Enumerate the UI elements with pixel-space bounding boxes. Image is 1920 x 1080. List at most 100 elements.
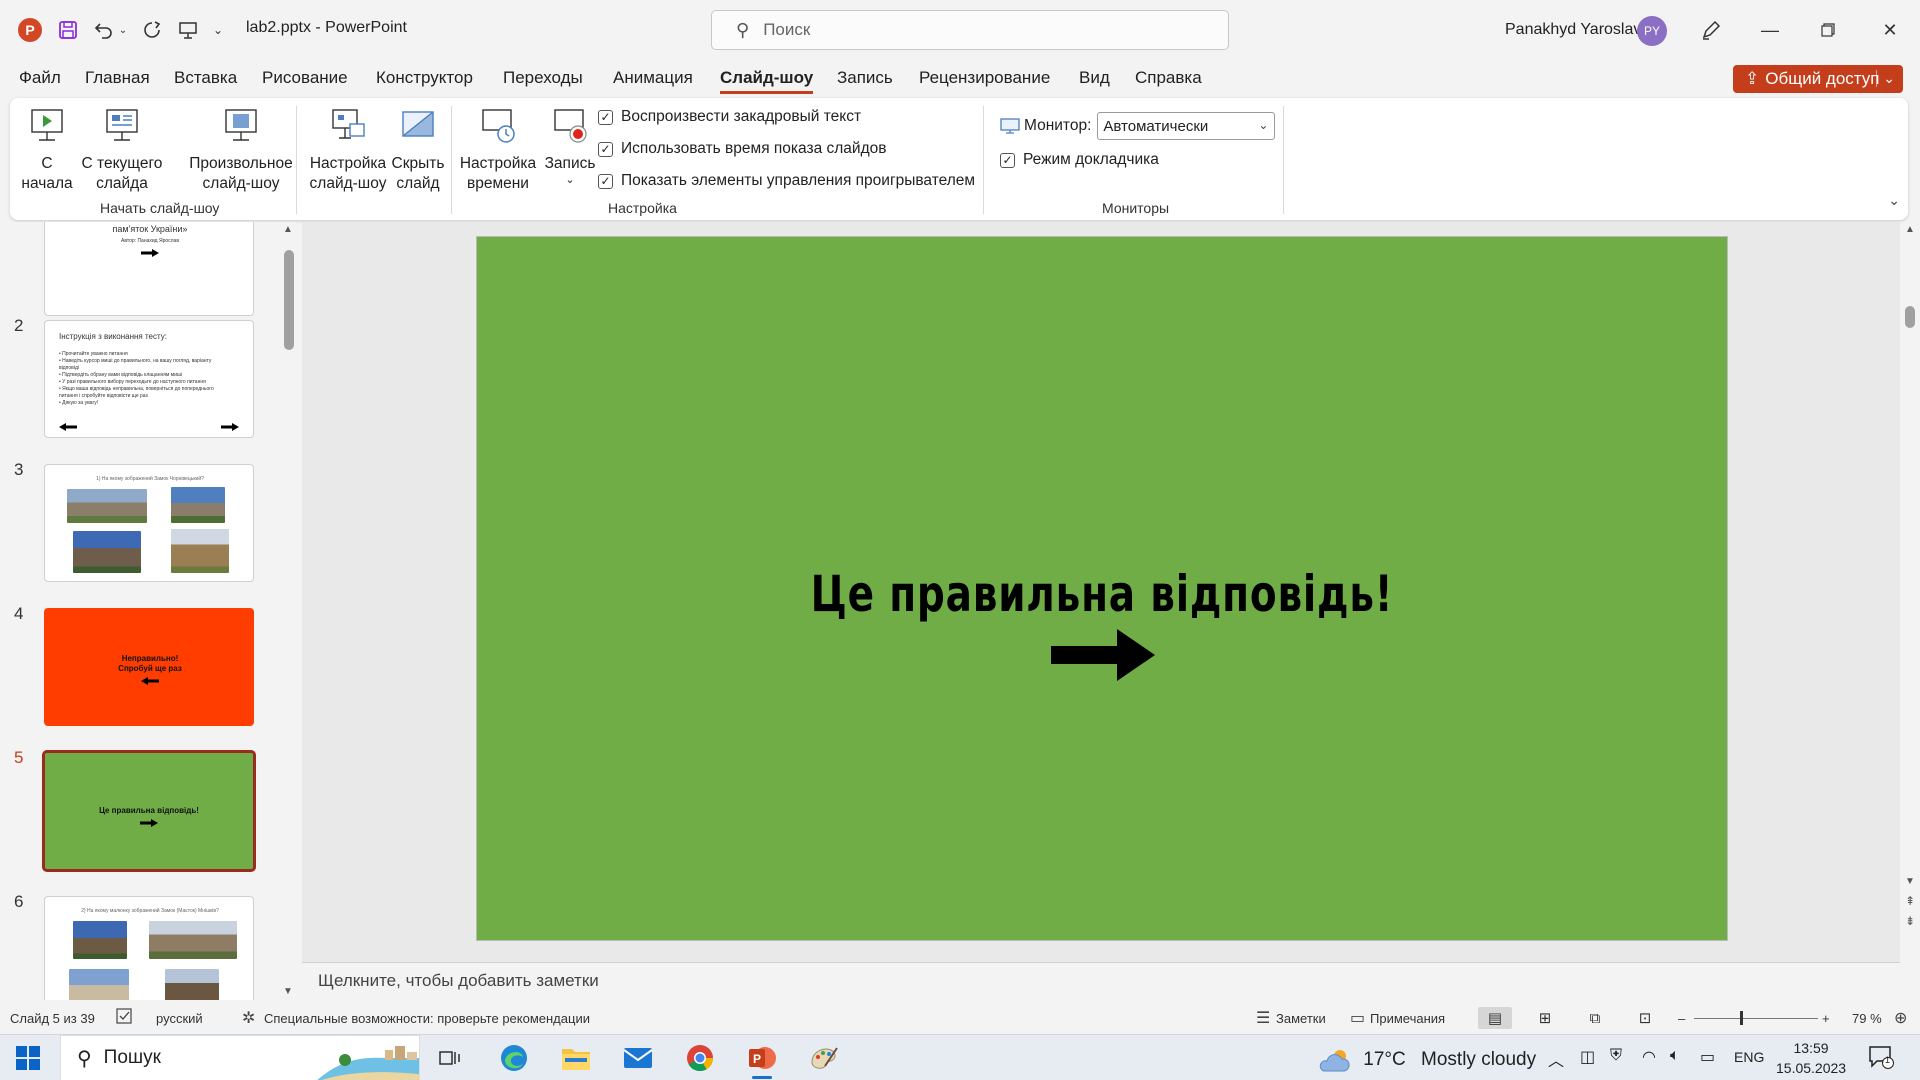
paint-icon[interactable] [806,1041,842,1075]
fit-to-window-icon[interactable]: ⊕ [1894,1008,1907,1028]
task-view-icon[interactable] [432,1041,468,1075]
comments-button[interactable]: Примечания [1370,1011,1445,1026]
castle-image[interactable] [149,921,237,959]
tab-animations[interactable]: Анимация [613,68,693,88]
castle-image[interactable] [165,969,219,1000]
powerpoint-taskbar-icon[interactable]: P [744,1041,780,1079]
thumbnails-scrollbar[interactable]: ▲ ▼ [283,222,295,1000]
castle-image[interactable] [69,969,129,1000]
show-media-controls-checkbox[interactable]: ✓ Показать элементы управления проигрыва… [598,172,975,190]
accessibility-icon[interactable]: ✲ [242,1008,255,1028]
tab-insert[interactable]: Вставка [174,68,237,88]
notes-button[interactable]: Заметки [1276,1011,1326,1026]
castle-image[interactable] [73,921,127,959]
avatar[interactable]: PY [1637,16,1667,46]
customize-toolbar-icon[interactable]: ⌄ [208,16,228,44]
scroll-up-icon[interactable]: ▲ [283,224,293,235]
tab-record[interactable]: Запись [837,68,893,88]
monitor-select[interactable]: Автоматически ⌄ [1097,112,1276,140]
current-slide[interactable]: Це правильна відповідь! [476,236,1728,941]
tab-review[interactable]: Рецензирование [919,68,1050,88]
zoom-out-icon[interactable]: – [1678,1011,1685,1026]
slideshow-view-icon[interactable]: ⊡ [1628,1007,1662,1029]
record-button[interactable]: Запись ⌄ [542,106,598,186]
arrow-right-icon[interactable] [1051,629,1155,681]
use-timings-checkbox[interactable]: ✓ Использовать время показа слайдов [598,140,886,158]
tab-slideshow[interactable]: Слайд-шоу [720,68,814,94]
search-input[interactable] [763,20,1204,40]
tab-transitions[interactable]: Переходы [503,68,583,88]
zoom-in-icon[interactable]: + [1822,1011,1830,1026]
restore-icon[interactable] [1808,14,1848,46]
castle-image[interactable] [67,489,147,523]
tab-draw[interactable]: Рисование [262,68,348,88]
rehearse-timings-button[interactable]: Настройка времени [458,106,538,194]
hide-slide-button[interactable]: Скрыть слайд [390,106,446,194]
ribbon-collapse-icon[interactable]: ⌄ [1888,192,1900,209]
scrollbar-thumb[interactable] [284,250,294,350]
chevron-up-icon[interactable]: ︿ [1548,1047,1564,1071]
slide-title[interactable]: Це правильна відповідь! [615,565,1590,623]
from-beginning-button[interactable]: С начала [21,106,73,194]
notes-placeholder[interactable]: Щелкните, чтобы добавить заметки [318,971,599,991]
previous-slide-icon[interactable]: ⇞ [1905,894,1915,908]
tab-view[interactable]: Вид [1079,68,1110,88]
battery-icon[interactable]: ▭ [1700,1047,1715,1067]
meet-now-icon[interactable]: ◫ [1580,1047,1595,1067]
thumbnail-slide-3[interactable]: 1) На якому зображений Замок Чорнівецьки… [44,464,254,582]
play-narrations-checkbox[interactable]: ✓ Воспроизвести закадровый текст [598,108,861,126]
presenter-view-checkbox[interactable]: ✓ Режим докладчика [1000,151,1159,169]
file-explorer-icon[interactable] [558,1041,594,1075]
pen-icon[interactable] [1697,16,1725,44]
comments-icon[interactable]: ▭ [1350,1008,1365,1028]
save-icon[interactable] [54,16,82,44]
tab-help[interactable]: Справка [1135,68,1202,88]
notes-icon[interactable]: ☰ [1256,1008,1270,1028]
scroll-down-icon[interactable]: ▼ [283,986,293,997]
spellcheck-icon[interactable] [116,1008,134,1029]
from-current-slide-button[interactable]: С текущего слайда [74,106,170,194]
zoom-slider[interactable] [1694,1018,1818,1019]
chrome-icon[interactable] [682,1041,718,1075]
tab-home[interactable]: Главная [85,68,150,88]
volume-icon[interactable]: 🔈︎ [1670,1047,1680,1065]
slide-sorter-icon[interactable]: ⊞ [1528,1007,1562,1029]
language-indicator[interactable]: русский [156,1011,203,1026]
scrollbar-thumb[interactable] [1905,306,1915,328]
share-button[interactable]: ⇪ Общий доступ ⌄ [1733,65,1903,93]
redo-icon[interactable] [138,16,166,44]
normal-view-icon[interactable]: ▤ [1478,1007,1512,1029]
chevron-down-icon[interactable]: ⌄ [1876,70,1895,87]
user-name[interactable]: Panakhyd Yaroslav [1505,21,1641,39]
windows-start-icon[interactable] [16,1046,40,1070]
tab-design[interactable]: Конструктор [376,68,473,88]
notifications-icon[interactable]: 1 [1868,1045,1894,1074]
custom-slideshow-button[interactable]: Произвольное слайд-шоу [178,106,304,194]
present-from-start-icon[interactable] [174,16,202,44]
mail-icon[interactable] [620,1041,656,1075]
notes-pane[interactable]: Щелкните, чтобы добавить заметки [302,962,1900,1000]
thumbnail-slide-6[interactable]: 2) На якому малюнку зображений Замок (Ма… [44,896,254,1000]
input-language[interactable]: ENG [1734,1049,1764,1065]
search-box[interactable]: ⚲ [711,10,1229,50]
setup-slideshow-button[interactable]: Настройка слайд-шоу [306,106,390,194]
undo-icon[interactable] [90,16,118,44]
accessibility-status[interactable]: Специальные возможности: проверьте реком… [264,1011,590,1026]
edge-icon[interactable] [496,1041,532,1075]
reading-view-icon[interactable]: ⧉ [1578,1007,1612,1029]
slide-scrollbar[interactable]: ▲ ▼ ⇞ ⇟ [1900,222,1920,962]
undo-dropdown-icon[interactable]: ⌄ [116,16,130,44]
thumbnail-slide-4[interactable]: Неправильно! Спробуй ще раз [44,608,254,726]
scroll-down-icon[interactable]: ▼ [1905,876,1915,887]
thumbnail-slide-1[interactable]: пам'яток України» Автор: Панахид Ярослав [44,222,254,316]
castle-image[interactable] [171,529,229,573]
thumbnail-slide-5[interactable]: Це правильна відповідь! [42,750,256,872]
castle-image[interactable] [73,531,141,573]
close-icon[interactable]: ✕ [1870,14,1910,46]
thumbnail-slide-2[interactable]: Інструкція з виконання тесту: • Прочитай… [44,320,254,438]
taskbar-search[interactable]: ⚲ Пошук [60,1035,420,1080]
zoom-level[interactable]: 79 % [1852,1011,1882,1026]
minimize-icon[interactable]: — [1750,14,1790,46]
tab-file[interactable]: Файл [19,68,61,88]
clock[interactable]: 13:59 15.05.2023 [1776,1038,1846,1078]
